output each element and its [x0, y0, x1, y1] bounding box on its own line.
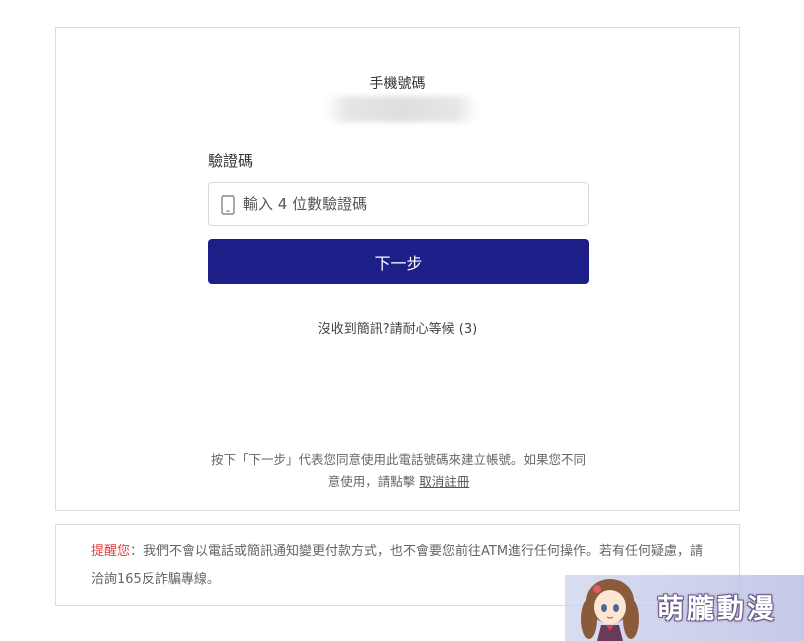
watermark-text: 萌朧動漫 — [657, 594, 777, 625]
code-label: 驗證碼 — [208, 152, 254, 170]
verification-card: 手機號碼 驗證碼 下一步 沒收到簡訊?請耐心等候 (3) 按下「下一步」代表您同… — [55, 27, 740, 511]
code-input[interactable] — [243, 183, 578, 225]
phone-label: 手機號碼 — [369, 76, 426, 92]
phone-number-blurred — [324, 96, 479, 122]
consent-body: 按下「下一步」代表您同意使用此電話號碼來建立帳號。如果您不同意使用，請點擊 — [210, 452, 586, 489]
resend-countdown-text: 沒收到簡訊?請耐心等候 (3) — [317, 322, 478, 337]
notice-prefix: 提醒您 — [91, 544, 131, 559]
mobile-phone-icon — [221, 195, 235, 215]
anime-girl-logo-icon — [581, 579, 639, 641]
next-button[interactable]: 下一步 — [208, 239, 589, 284]
cancel-registration-link[interactable]: 取消註冊 — [419, 474, 469, 489]
consent-text: 按下「下一步」代表您同意使用此電話號碼來建立帳號。如果您不同意使用，請點擊 取消… — [206, 449, 591, 493]
code-field[interactable] — [208, 182, 589, 226]
watermark: 萌朧動漫 — [565, 575, 804, 641]
